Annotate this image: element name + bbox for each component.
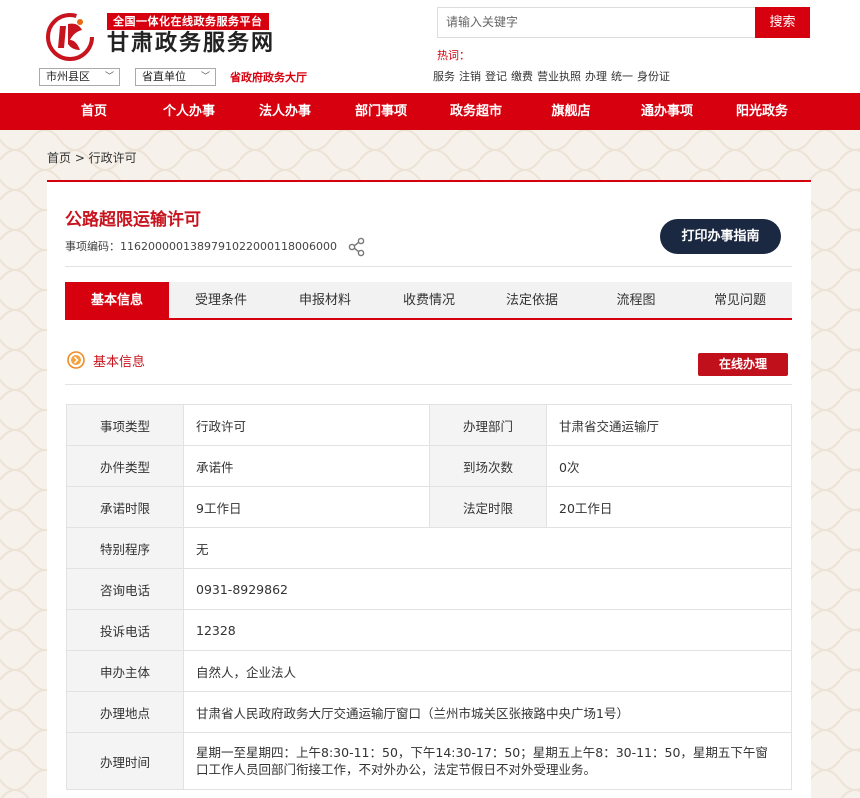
hot-word[interactable]: 营业执照 — [537, 70, 581, 83]
nav-item-legal-person[interactable]: 法人办事 — [237, 93, 333, 130]
field-label: 办理部门 — [429, 404, 547, 446]
tab-basic-info[interactable]: 基本信息 — [65, 282, 169, 320]
tab-acceptance-conditions[interactable]: 受理条件 — [169, 282, 273, 320]
breadcrumb[interactable]: 首页 > 行政许可 — [47, 149, 137, 166]
tab-application-materials[interactable]: 申报材料 — [273, 282, 377, 320]
detail-tabs: 基本信息 受理条件 申报材料 收费情况 法定依据 流程图 常见问题 — [65, 282, 792, 320]
online-apply-button[interactable]: 在线办理 — [698, 353, 788, 376]
hot-word[interactable]: 注销 — [459, 70, 481, 83]
field-value: 0次 — [546, 445, 792, 487]
field-value: 0931-8929862 — [183, 568, 792, 610]
field-label: 办件类型 — [66, 445, 184, 487]
table-row: 事项类型 行政许可 办理部门 甘肃省交通运输厅 — [66, 404, 792, 446]
nav-item-supermarket[interactable]: 政务超市 — [428, 93, 524, 130]
nav-item-department[interactable]: 部门事项 — [333, 93, 429, 130]
provincial-hall-link[interactable]: 省政府政务大厅 — [230, 69, 307, 85]
table-row: 办理地点 甘肃省人民政府政务大厅交通运输厅窗口（兰州市城关区张掖路中央广场1号） — [66, 691, 792, 733]
hot-words-list: 服务 注销 登记 缴费 营业执照 办理 统一 身份证 — [433, 68, 674, 84]
dept-select[interactable]: 省直单位 ﹀ — [135, 68, 216, 86]
hot-words-label: 热词： — [437, 49, 470, 62]
field-value: 承诺件 — [183, 445, 430, 487]
field-label: 办理地点 — [66, 691, 184, 733]
table-row: 特别程序 无 — [66, 527, 792, 569]
search-button[interactable]: 搜索 — [755, 7, 810, 38]
divider — [65, 384, 792, 385]
hot-word[interactable]: 服务 — [433, 70, 455, 83]
table-row: 承诺时限 9工作日 法定时限 20工作日 — [66, 486, 792, 528]
item-code-value: 1162000001389791022000118006000 — [120, 240, 337, 253]
item-code: 事项编码：1162000001389791022000118006000 — [65, 240, 337, 253]
hot-word[interactable]: 登记 — [485, 70, 507, 83]
field-value: 20工作日 — [546, 486, 792, 528]
main-nav: 首页 个人办事 法人办事 部门事项 政务超市 旗舰店 通办事项 阳光政务 — [0, 93, 860, 130]
tab-fees[interactable]: 收费情况 — [377, 282, 481, 320]
field-value: 星期一至星期四：上午8:30-11：50，下午14:30-17：50；星期五上午… — [183, 732, 792, 790]
field-label: 事项类型 — [66, 404, 184, 446]
field-value: 9工作日 — [183, 486, 430, 528]
site-header: 全国一体化在线政务服务平台 甘肃政务服务网 市州县区 ﹀ 省直单位 ﹀ 省政府政… — [0, 0, 860, 93]
field-value: 甘肃省交通运输厅 — [546, 404, 792, 446]
table-row: 咨询电话 0931-8929862 — [66, 568, 792, 610]
item-title: 公路超限运输许可 — [65, 210, 201, 230]
region-select[interactable]: 市州县区 ﹀ — [39, 68, 120, 86]
basic-info-table: 事项类型 行政许可 办理部门 甘肃省交通运输厅 办件类型 承诺件 到场次数 0次… — [66, 404, 792, 790]
nav-item-flagship[interactable]: 旗舰店 — [523, 93, 619, 130]
tab-flowchart[interactable]: 流程图 — [584, 282, 688, 320]
hot-word[interactable]: 统一 — [611, 70, 633, 83]
divider — [65, 266, 792, 267]
hot-word[interactable]: 缴费 — [511, 70, 533, 83]
platform-badge: 全国一体化在线政务服务平台 — [107, 13, 269, 30]
search-input[interactable]: 请输入关键字 — [437, 7, 755, 38]
nav-item-sunshine[interactable]: 阳光政务 — [714, 93, 810, 130]
table-row: 办件类型 承诺件 到场次数 0次 — [66, 445, 792, 487]
hot-word[interactable]: 身份证 — [637, 70, 670, 83]
field-label: 办理时间 — [66, 732, 184, 790]
nav-item-universal[interactable]: 通办事项 — [619, 93, 715, 130]
field-label: 申办主体 — [66, 650, 184, 692]
table-row: 投诉电话 12328 — [66, 609, 792, 651]
field-label: 承诺时限 — [66, 486, 184, 528]
field-label: 投诉电话 — [66, 609, 184, 651]
section-title: 基本信息 — [93, 355, 146, 370]
field-value: 自然人，企业法人 — [183, 650, 792, 692]
field-label: 咨询电话 — [66, 568, 184, 610]
chevron-down-icon: ﹀ — [104, 72, 114, 82]
field-label: 到场次数 — [429, 445, 547, 487]
field-label: 特别程序 — [66, 527, 184, 569]
tab-legal-basis[interactable]: 法定依据 — [480, 282, 584, 320]
nav-item-home[interactable]: 首页 — [46, 93, 142, 130]
chevron-down-icon: ﹀ — [200, 72, 210, 82]
logo-icon[interactable] — [44, 10, 96, 62]
site-title[interactable]: 甘肃政务服务网 — [107, 30, 275, 58]
item-detail-card: 公路超限运输许可 事项编码：11620000013897910220001180… — [47, 180, 811, 798]
field-label: 法定时限 — [429, 486, 547, 528]
nav-item-personal[interactable]: 个人办事 — [141, 93, 237, 130]
field-value: 12328 — [183, 609, 792, 651]
share-icon[interactable] — [347, 237, 367, 257]
arrow-circle-icon — [67, 351, 85, 369]
hot-word[interactable]: 办理 — [585, 70, 607, 83]
field-value: 甘肃省人民政府政务大厅交通运输厅窗口（兰州市城关区张掖路中央广场1号） — [183, 691, 792, 733]
table-row: 申办主体 自然人，企业法人 — [66, 650, 792, 692]
print-guide-button[interactable]: 打印办事指南 — [660, 219, 781, 254]
table-row: 办理时间 星期一至星期四：上午8:30-11：50，下午14:30-17：50；… — [66, 732, 792, 790]
field-value: 行政许可 — [183, 404, 430, 446]
tab-faq[interactable]: 常见问题 — [688, 282, 792, 320]
field-value: 无 — [183, 527, 792, 569]
